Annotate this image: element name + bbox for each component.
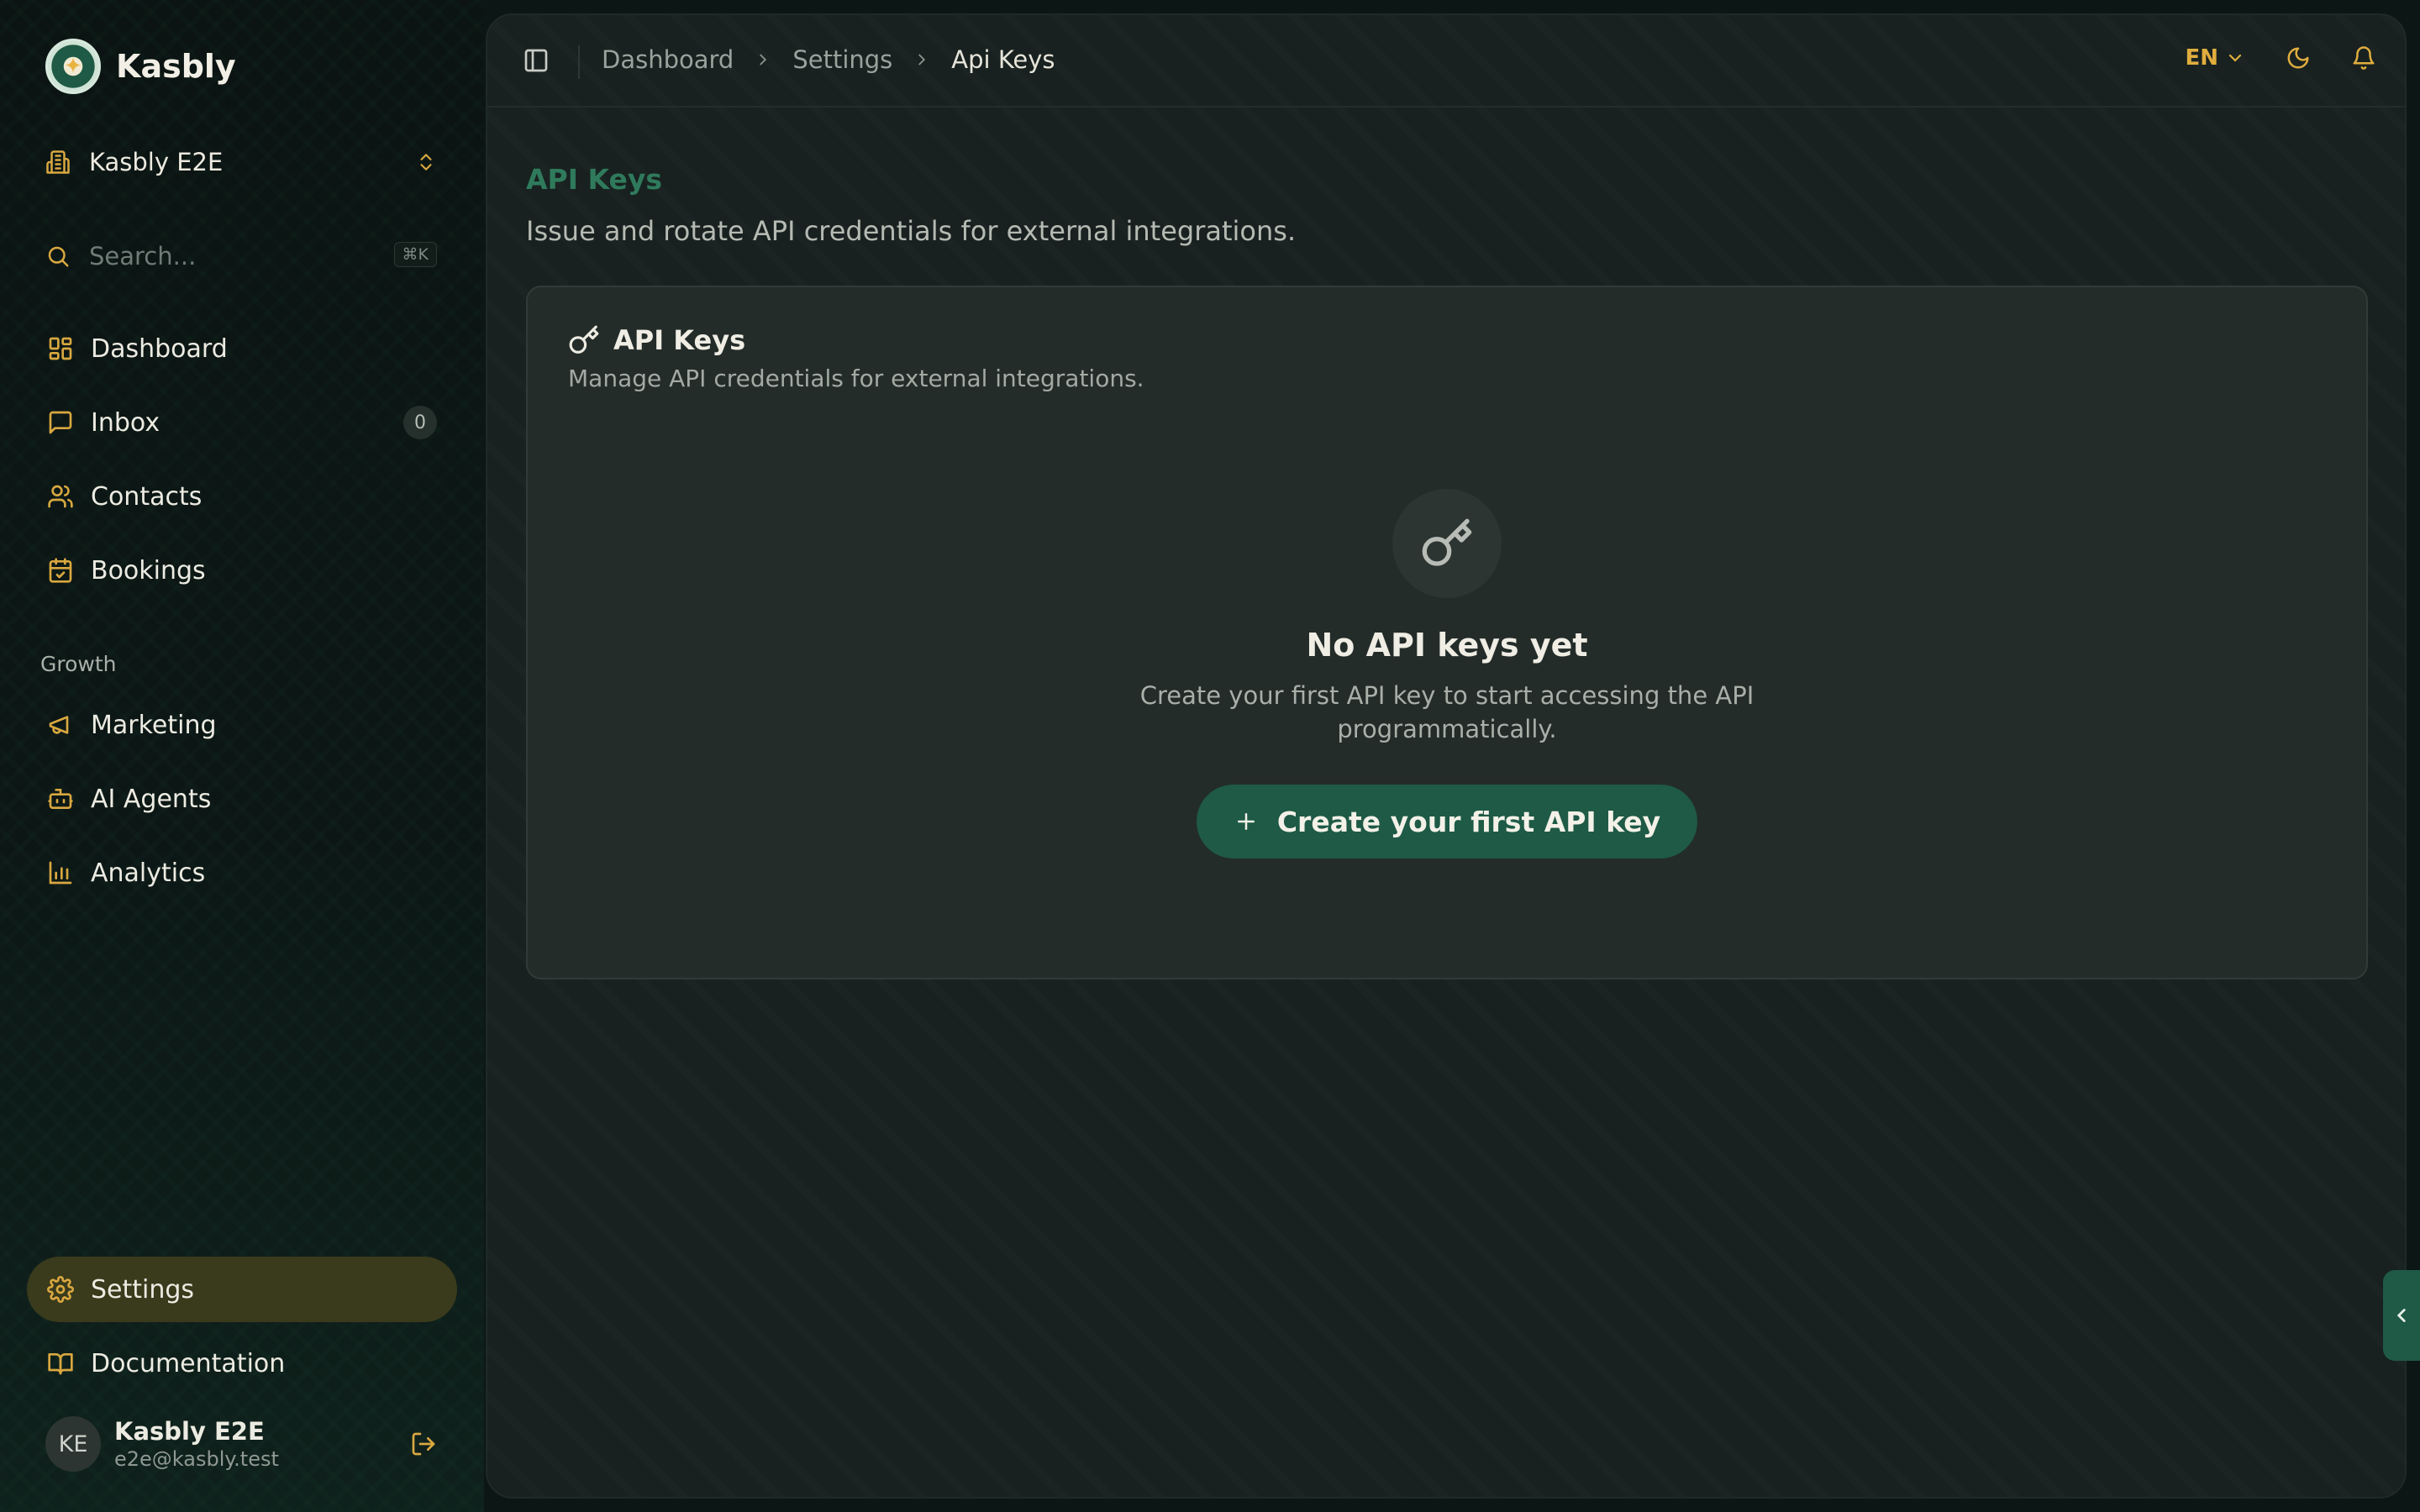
book-open-icon (47, 1350, 74, 1377)
building-icon (45, 150, 71, 175)
bell-icon[interactable] (2351, 45, 2376, 71)
sidebar-item-label: Marketing (91, 710, 217, 740)
page-description: Issue and rotate API credentials for ext… (526, 215, 1297, 247)
breadcrumb-settings[interactable]: Settings (792, 45, 892, 74)
breadcrumb: Dashboard Settings Api Keys (602, 45, 1055, 74)
bar-chart-icon (47, 859, 74, 886)
search-input[interactable]: Search... (89, 242, 196, 270)
sidebar-item-label: Settings (91, 1274, 195, 1305)
plus-icon (1234, 809, 1259, 834)
chevron-right-icon (913, 50, 931, 69)
empty-key-icon (1392, 489, 1502, 598)
sidebar-item-label: Contacts (91, 481, 203, 512)
user-profile[interactable]: KE Kasbly E2E e2e@kasbly.test (45, 1416, 437, 1472)
message-square-icon (47, 409, 74, 436)
chevrons-up-down-icon (415, 151, 437, 173)
sidebar-item-bookings[interactable]: Bookings (27, 538, 457, 603)
page-title: API Keys (526, 163, 663, 196)
sidebar-item-label: Dashboard (91, 333, 228, 364)
megaphone-icon (47, 711, 74, 738)
bot-icon (47, 785, 74, 812)
sidebar-item-label: Bookings (91, 555, 206, 585)
side-panel-toggle[interactable] (2383, 1270, 2420, 1361)
sidebar-item-inbox[interactable]: Inbox 0 (27, 390, 457, 455)
breadcrumb-current: Api Keys (951, 45, 1055, 74)
sidebar-item-label: Inbox (91, 407, 160, 438)
topbar: Dashboard Settings Api Keys EN (487, 15, 2405, 108)
users-icon (47, 483, 74, 510)
sidebar: ✦ Kasbly Kasbly E2E Search... ⌘K Dashboa… (0, 0, 484, 1512)
sidebar-item-contacts[interactable]: Contacts (27, 464, 457, 529)
sidebar-item-label: Documentation (91, 1348, 286, 1378)
brand-name: Kasbly (116, 48, 236, 85)
user-info: Kasbly E2E e2e@kasbly.test (114, 1417, 279, 1471)
language-selector[interactable]: EN (2185, 45, 2245, 71)
search-shortcut-badge: ⌘K (393, 242, 437, 267)
user-name: Kasbly E2E (114, 1417, 265, 1446)
main-content: Dashboard Settings Api Keys EN API Keys … (486, 13, 2407, 1499)
chevron-right-icon (754, 50, 772, 69)
chevron-down-icon (2225, 48, 2245, 68)
sidebar-item-ai-agents[interactable]: AI Agents (27, 766, 457, 832)
panel-left-icon[interactable] (523, 47, 550, 74)
sidebar-search[interactable]: Search... ⌘K (45, 237, 437, 276)
inbox-count-badge: 0 (403, 406, 437, 439)
gear-icon (47, 1276, 74, 1303)
empty-state-title: No API keys yet (1306, 627, 1588, 664)
workspace-switcher[interactable]: Kasbly E2E (45, 143, 437, 181)
kasbly-logo-icon: ✦ (45, 39, 101, 94)
empty-state-description: Create your first API key to start acces… (1139, 681, 1754, 743)
layout-dashboard-icon (47, 335, 74, 362)
user-email: e2e@kasbly.test (114, 1447, 279, 1471)
sidebar-item-analytics[interactable]: Analytics (27, 840, 457, 906)
calendar-check-icon (47, 557, 74, 584)
card-header: API Keys (568, 324, 745, 356)
nav-section-growth: Growth (40, 652, 117, 676)
card-title: API Keys (613, 324, 746, 356)
breadcrumb-dashboard[interactable]: Dashboard (602, 45, 734, 74)
sidebar-item-documentation[interactable]: Documentation (27, 1331, 457, 1396)
search-icon (45, 244, 71, 269)
language-label: EN (2185, 45, 2218, 71)
topbar-divider (578, 45, 580, 79)
create-api-key-button[interactable]: Create your first API key (1197, 785, 1697, 858)
sidebar-item-label: Analytics (91, 858, 206, 888)
sidebar-item-settings[interactable]: Settings (27, 1257, 457, 1322)
avatar: KE (45, 1416, 101, 1472)
sidebar-item-label: AI Agents (91, 784, 212, 814)
create-api-key-label: Create your first API key (1276, 805, 1661, 838)
workspace-name: Kasbly E2E (89, 148, 224, 176)
empty-state: No API keys yet Create your first API ke… (528, 489, 2366, 858)
api-keys-card: API Keys Manage API credentials for exte… (526, 286, 2368, 979)
chevron-left-icon (2391, 1305, 2412, 1326)
moon-icon[interactable] (2286, 45, 2311, 71)
topbar-actions: EN (2185, 45, 2376, 71)
logout-icon[interactable] (410, 1431, 437, 1457)
sidebar-item-marketing[interactable]: Marketing (27, 692, 457, 758)
card-description: Manage API credentials for external inte… (568, 365, 1144, 392)
sidebar-item-dashboard[interactable]: Dashboard (27, 316, 457, 381)
key-icon (568, 324, 600, 356)
brand[interactable]: ✦ Kasbly (45, 39, 236, 94)
